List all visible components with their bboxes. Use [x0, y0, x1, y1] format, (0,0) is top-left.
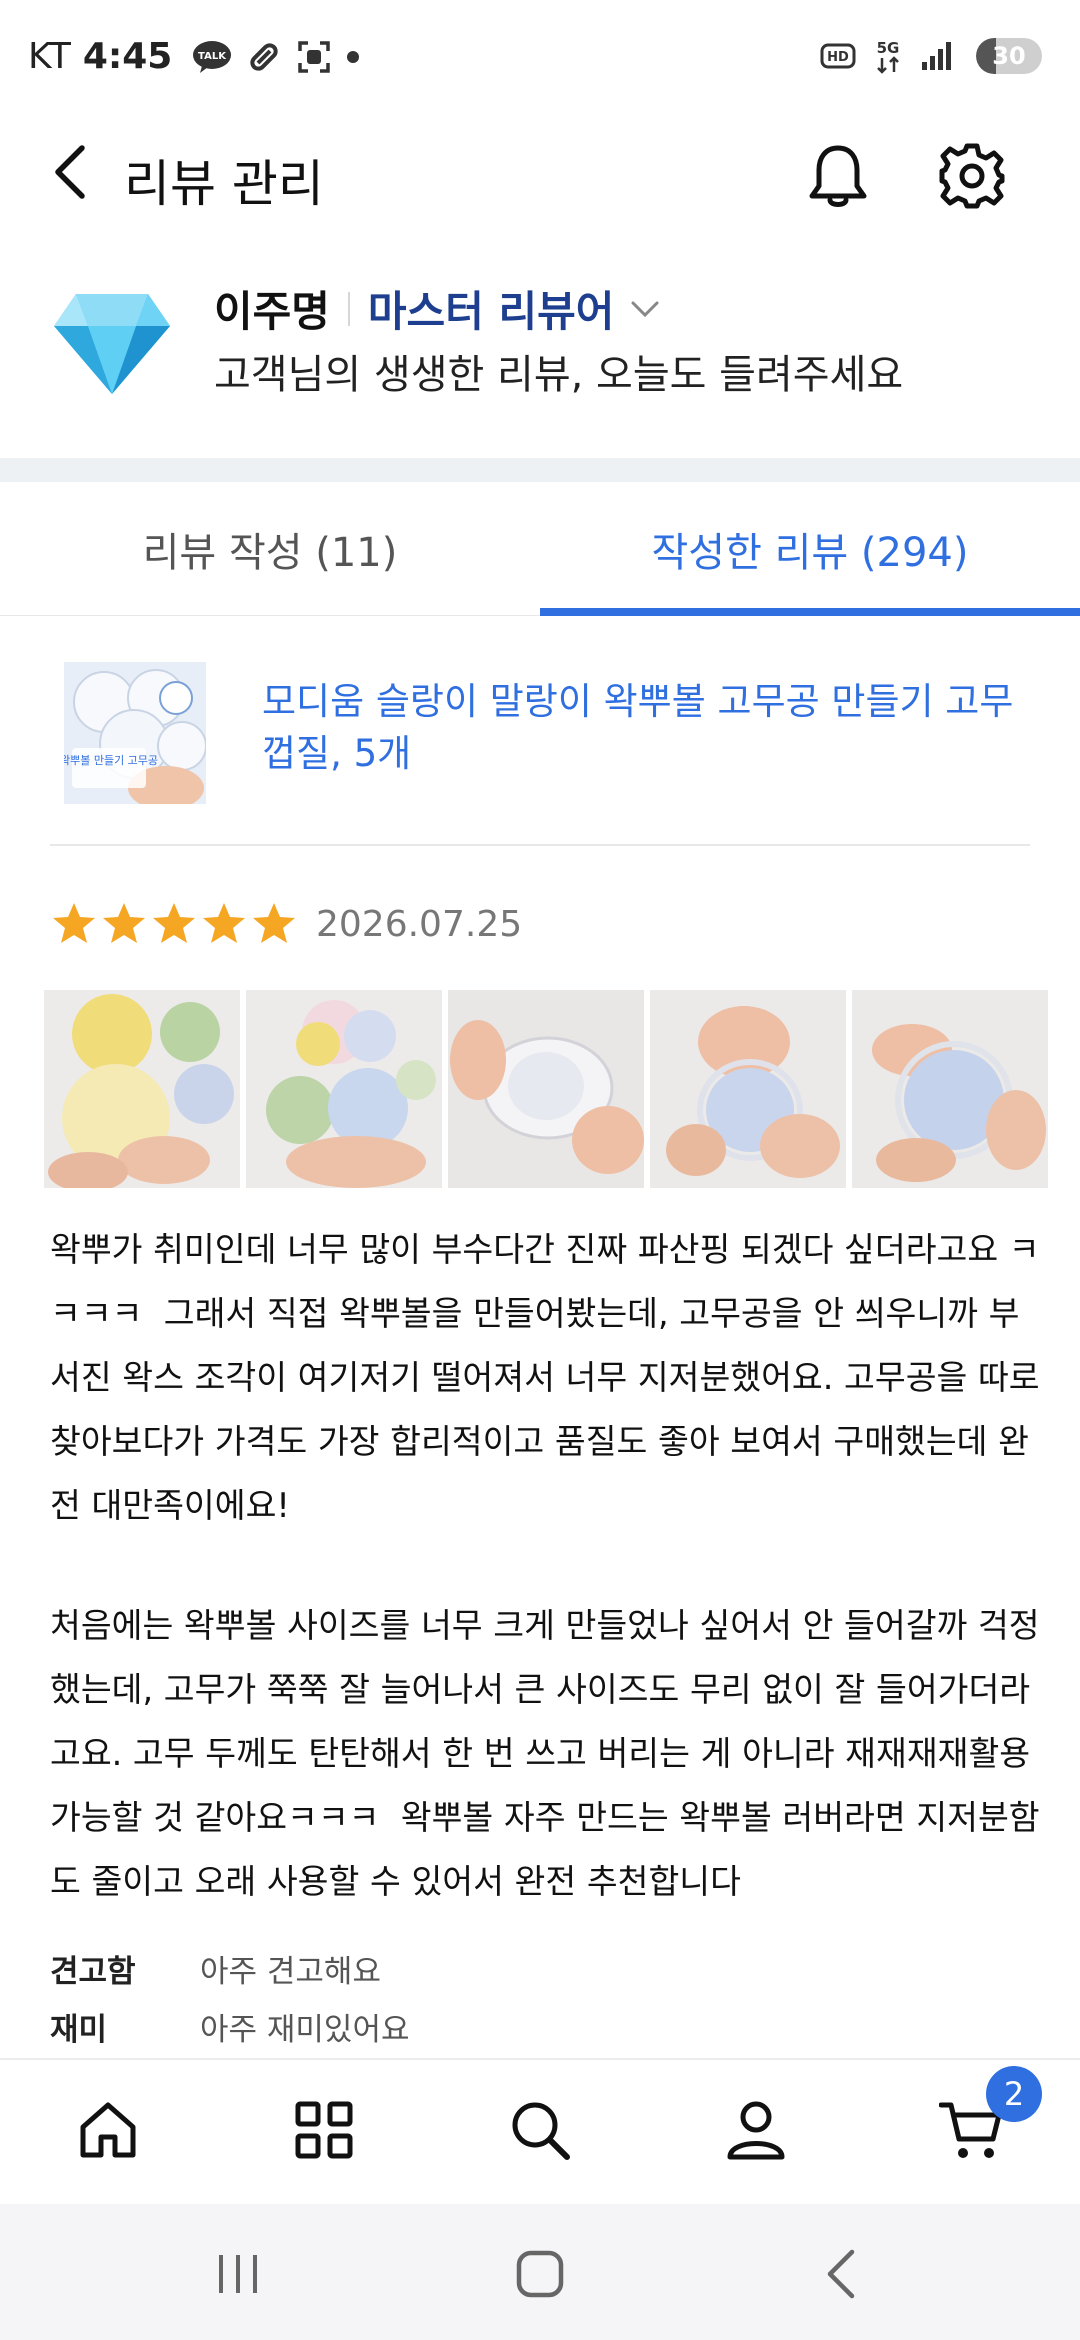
nav-home[interactable] [68, 2090, 148, 2170]
home-square-icon [516, 2250, 564, 2298]
nav-my-page[interactable] [716, 2090, 796, 2170]
clock: 4:45 [82, 36, 173, 77]
notifications-button[interactable] [800, 138, 876, 214]
star-icon [203, 903, 245, 943]
cart-count-badge: 2 [986, 2066, 1042, 2122]
review-photos[interactable] [44, 990, 1080, 1188]
home-button[interactable] [510, 2244, 570, 2304]
review-photo[interactable] [852, 990, 1048, 1188]
active-tab-indicator [540, 608, 1080, 616]
app-header: 리뷰 관리 [0, 118, 1080, 228]
attribute-value: 아주 견고해요 [200, 1954, 381, 1990]
nav-categories[interactable] [284, 2090, 364, 2170]
rating-row: 2026.07.25 [50, 900, 522, 948]
nav-cart[interactable]: 2 [932, 2066, 1042, 2170]
recent-apps-button[interactable] [208, 2244, 268, 2304]
settings-button[interactable] [934, 138, 1010, 214]
review-attribute: 견고함 아주 견고해요 [50, 1946, 381, 1991]
battery-indicator: 30 [976, 38, 1042, 74]
section-divider [0, 458, 1080, 482]
kakaotalk-notification-icon: TALK [192, 40, 232, 74]
profile-subtitle: 고객님의 생생한 리뷰, 오늘도 들려주세요 [214, 352, 904, 398]
more-notifications-dot-icon [346, 50, 360, 64]
search-icon [512, 2102, 570, 2160]
back-arrow-icon [827, 2249, 855, 2299]
hd-label: HD [827, 50, 849, 65]
signal-strength-icon [920, 40, 954, 72]
product-name[interactable]: 모디움 슬랑이 말랑이 왁뿌볼 고무공 만들기 고무 껍질, 5개 [262, 676, 1022, 780]
chevron-down-icon[interactable] [630, 299, 660, 319]
product-thumbnail[interactable]: 왁뿌볼 만들기 고무공 [64, 662, 206, 804]
review-attribute: 재미 아주 재미있어요 [50, 2004, 410, 2049]
gear-icon [939, 143, 1005, 209]
network-label: 5G [877, 39, 900, 57]
review-product[interactable]: 왁뿌볼 만들기 고무공 모디움 슬랑이 말랑이 왁뿌볼 고무공 만들기 고무 껍… [50, 660, 1030, 846]
star-icon [53, 903, 95, 943]
name-divider [347, 291, 350, 326]
star-icon [153, 903, 195, 943]
reviewer-profile: 이주명 마스터 리뷰어 고객님의 생생한 리뷰, 오늘도 들려주세요 [0, 270, 1080, 420]
star-icon [253, 903, 295, 943]
profile-icon [727, 2101, 785, 2160]
screenshot-icon [296, 39, 332, 75]
link-icon [246, 39, 282, 75]
status-bar: KT 4:45 TALK HD 5G 30 [0, 0, 1080, 118]
tab-written-reviews[interactable]: 작성한 리뷰 (294) [540, 482, 1080, 616]
bell-icon [809, 145, 867, 207]
system-navigation-bar [0, 2204, 1080, 2340]
thumbnail-text: 왁뿌볼 만들기 고무공 [64, 754, 158, 767]
chevron-left-icon [55, 145, 85, 199]
category-grid-icon [295, 2101, 353, 2159]
carrier-label: KT [28, 36, 71, 77]
review-paragraph: 처음에는 왁뿌볼 사이즈를 너무 크게 만들었나 싶어서 안 들어갈까 걱정했는… [50, 1606, 1041, 1901]
review-date: 2026.07.25 [316, 903, 523, 945]
back-button[interactable] [40, 142, 100, 202]
recent-apps-icon [219, 2255, 257, 2293]
tab-write-review[interactable]: 리뷰 작성 (11) [0, 482, 540, 616]
5g-network-icon: 5G [872, 38, 906, 74]
page-title: 리뷰 관리 [124, 155, 324, 213]
reviewer-grade[interactable]: 마스터 리뷰어 [368, 278, 614, 339]
hd-voice-icon: HD [820, 41, 858, 71]
talk-badge-text: TALK [198, 51, 227, 62]
attribute-value: 아주 재미있어요 [200, 2012, 410, 2048]
reviewer-name: 이주명 [214, 287, 330, 336]
nav-search[interactable] [500, 2090, 580, 2170]
review-photo[interactable] [246, 990, 442, 1188]
review-photo[interactable] [650, 990, 846, 1188]
review-paragraph: 왁뿌가 취미인데 너무 많이 부수다간 진짜 파산핑 되겠다 싶더라고요 ㅋㅋㅋ… [50, 1230, 1051, 1525]
review-photo[interactable] [448, 990, 644, 1188]
review-text: 왁뿌가 취미인데 너무 많이 부수다간 진짜 파산핑 되겠다 싶더라고요 ㅋㅋㅋ… [50, 1218, 1040, 1914]
attribute-label: 견고함 [50, 1954, 136, 1990]
star-rating [50, 900, 300, 948]
attribute-label: 재미 [50, 2012, 108, 2048]
home-icon [80, 2102, 136, 2158]
system-back-button[interactable] [812, 2244, 872, 2304]
review-photo[interactable] [44, 990, 240, 1188]
star-icon [103, 903, 145, 943]
battery-percent: 30 [992, 42, 1026, 70]
diamond-grade-icon [54, 294, 170, 394]
review-tabs: 리뷰 작성 (11) 작성한 리뷰 (294) [0, 482, 1080, 616]
bottom-navigation: 2 [0, 2058, 1080, 2204]
